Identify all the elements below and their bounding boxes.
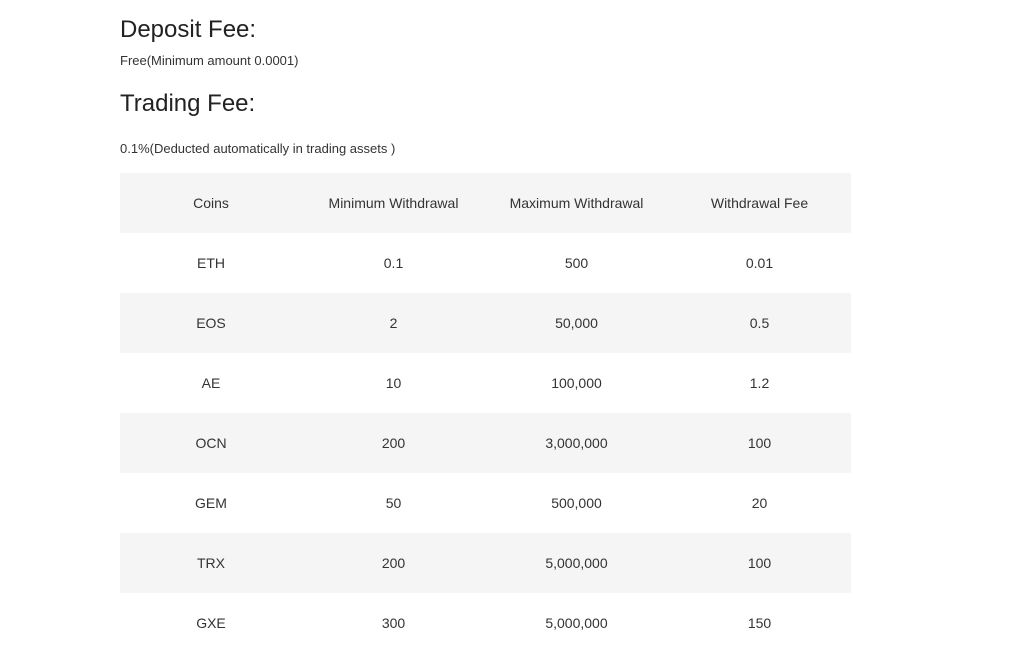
cell-fee: 150 (747, 615, 772, 631)
cell-fee: 0.01 (745, 255, 774, 271)
cell-fee: 1.2 (749, 375, 770, 391)
table-row: ETH 0.1 500 0.01 (120, 233, 851, 293)
cell-coin: GXE (196, 615, 226, 631)
table-row: GEM 50 500,000 20 (120, 473, 851, 533)
cell-minimum: 0.1 (383, 255, 404, 271)
cell-maximum: 3,000,000 (545, 435, 608, 451)
cell-coin: EOS (196, 315, 226, 331)
trading-fee-title: Trading Fee: (120, 90, 256, 117)
cell-fee: 100 (747, 555, 772, 571)
table-row: OCN 200 3,000,000 100 (120, 413, 851, 473)
cell-coin: ETH (197, 255, 225, 271)
cell-coin: GEM (195, 495, 227, 511)
fee-page: Deposit Fee: Free(Minimum amount 0.0001)… (0, 0, 1026, 649)
cell-maximum: 5,000,000 (545, 615, 608, 631)
cell-minimum: 200 (381, 555, 406, 571)
cell-maximum: 50,000 (555, 315, 598, 331)
cell-fee: 0.5 (749, 315, 770, 331)
header-withdrawal-fee: Withdrawal Fee (710, 195, 809, 211)
cell-minimum: 50 (385, 495, 402, 511)
cell-fee: 20 (751, 495, 768, 511)
cell-minimum: 10 (385, 375, 402, 391)
header-maximum-withdrawal: Maximum Withdrawal (509, 195, 644, 211)
cell-coin: TRX (197, 555, 225, 571)
cell-minimum: 200 (381, 435, 406, 451)
cell-maximum: 100,000 (551, 375, 602, 391)
table-row: EOS 2 50,000 0.5 (120, 293, 851, 353)
cell-coin: AE (201, 375, 221, 391)
cell-maximum: 5,000,000 (545, 555, 608, 571)
table-row: TRX 200 5,000,000 100 (120, 533, 851, 593)
trading-fee-text: 0.1%(Deducted automatically in trading a… (120, 141, 396, 156)
table-row: GXE 300 5,000,000 150 (120, 593, 851, 649)
cell-fee: 100 (747, 435, 772, 451)
header-coins: Coins (193, 195, 229, 211)
cell-minimum: 2 (389, 315, 398, 331)
header-minimum-withdrawal: Minimum Withdrawal (328, 195, 459, 211)
deposit-fee-title: Deposit Fee: (120, 16, 257, 43)
table-row: AE 10 100,000 1.2 (120, 353, 851, 413)
cell-maximum: 500 (564, 255, 589, 271)
table-header-row: Coins Minimum Withdrawal Maximum Withdra… (120, 173, 851, 233)
cell-maximum: 500,000 (551, 495, 602, 511)
cell-minimum: 300 (381, 615, 406, 631)
cell-coin: OCN (195, 435, 227, 451)
withdrawal-fee-table: Coins Minimum Withdrawal Maximum Withdra… (120, 173, 851, 649)
deposit-fee-text: Free(Minimum amount 0.0001) (120, 53, 299, 68)
